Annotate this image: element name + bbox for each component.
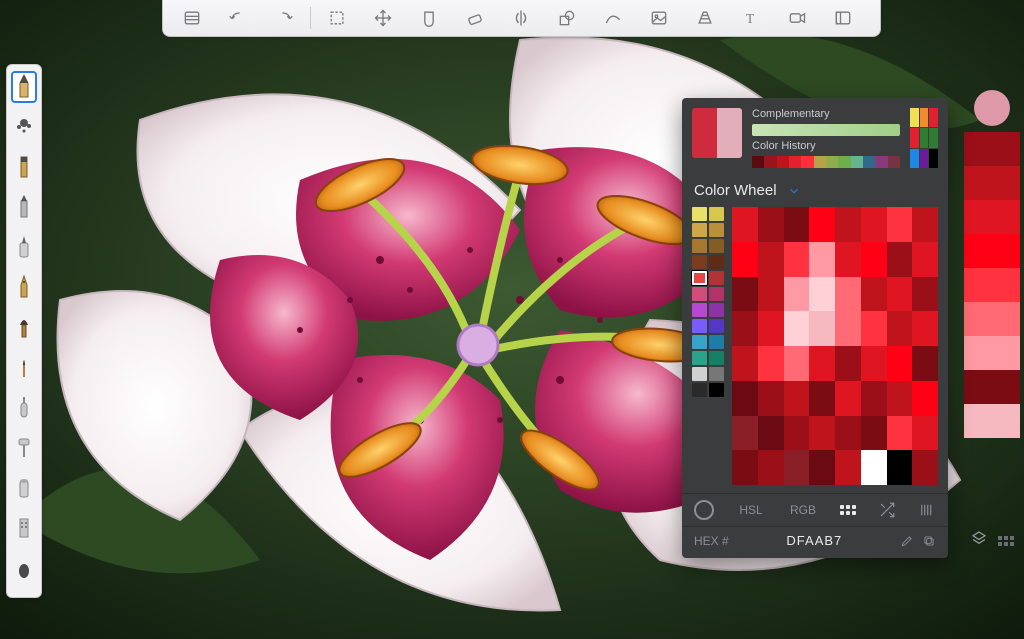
random-icon[interactable] — [878, 501, 896, 519]
brush-paintbrush[interactable] — [11, 311, 37, 343]
color-band[interactable] — [964, 166, 1020, 200]
mini-palette[interactable] — [910, 108, 938, 168]
undo-icon[interactable] — [221, 4, 255, 32]
layers-icon[interactable] — [970, 529, 988, 552]
color-bands[interactable] — [964, 132, 1020, 438]
copy-icon[interactable] — [922, 534, 936, 548]
hex-value[interactable]: DFAAB7 — [737, 533, 892, 548]
color-band[interactable] — [964, 404, 1020, 438]
color-band[interactable] — [964, 234, 1020, 268]
brush-pencil[interactable] — [11, 71, 37, 103]
color-band[interactable] — [964, 336, 1020, 370]
color-mode-row: HSL RGB — [682, 493, 948, 526]
hsl-mode[interactable]: HSL — [736, 503, 766, 517]
text-icon[interactable]: T — [734, 4, 768, 32]
brush-pattern[interactable] — [11, 511, 37, 543]
brush-chisel[interactable] — [11, 191, 37, 223]
active-swatch[interactable] — [692, 108, 742, 158]
grid-mode-icon[interactable] — [840, 505, 856, 515]
history-label: Color History — [752, 140, 900, 152]
brush-pen[interactable] — [11, 271, 37, 303]
color-history[interactable] — [752, 156, 900, 168]
wheel-mode-icon[interactable] — [694, 500, 714, 520]
symmetry-icon[interactable] — [504, 4, 538, 32]
color-band[interactable] — [964, 302, 1020, 336]
shapes-icon[interactable] — [550, 4, 584, 32]
perspective-icon[interactable] — [688, 4, 722, 32]
transform-icon[interactable] — [366, 4, 400, 32]
redo-icon[interactable] — [267, 4, 301, 32]
erase-icon[interactable] — [458, 4, 492, 32]
brush-blob[interactable] — [11, 551, 37, 583]
image-icon[interactable] — [642, 4, 676, 32]
brush-splatter[interactable] — [11, 111, 37, 143]
color-band[interactable] — [964, 370, 1020, 404]
ui-icon[interactable] — [826, 4, 860, 32]
library-icon[interactable] — [175, 4, 209, 32]
chevron-down-icon — [787, 184, 801, 198]
complementary-bar[interactable] — [752, 124, 900, 136]
right-strip — [960, 90, 1024, 560]
fill-icon[interactable] — [412, 4, 446, 32]
hex-row: HEX # DFAAB7 — [682, 526, 948, 558]
complementary-label: Complementary — [752, 108, 900, 120]
brush-smudge[interactable] — [11, 471, 37, 503]
color-band[interactable] — [964, 268, 1020, 302]
brush-airbrush[interactable] — [11, 391, 37, 423]
hex-label: HEX # — [694, 534, 729, 548]
svg-text:T: T — [746, 11, 754, 26]
brush-roller[interactable] — [11, 431, 37, 463]
brush-rail — [6, 64, 42, 598]
rgb-mode[interactable]: RGB — [788, 503, 818, 517]
top-toolbar: T — [162, 0, 881, 37]
shade-grid[interactable] — [732, 207, 938, 485]
curve-icon[interactable] — [596, 4, 630, 32]
edit-icon[interactable] — [900, 534, 914, 548]
color-band[interactable] — [964, 132, 1020, 166]
timelapse-icon[interactable] — [780, 4, 814, 32]
brush-fine-brush[interactable] — [11, 351, 37, 383]
color-band[interactable] — [964, 200, 1020, 234]
grid-icon[interactable] — [998, 536, 1014, 546]
color-panel: Complementary Color History Color Wheel … — [682, 98, 948, 558]
brush-marker[interactable] — [11, 231, 37, 263]
current-color-dot[interactable] — [974, 90, 1010, 126]
section-header[interactable]: Color Wheel — [682, 174, 948, 207]
palette-column[interactable] — [692, 207, 724, 485]
select-icon[interactable] — [320, 4, 354, 32]
color-wheel-label: Color Wheel — [694, 182, 777, 199]
brush-felt[interactable] — [11, 151, 37, 183]
bars-icon[interactable] — [918, 501, 936, 519]
